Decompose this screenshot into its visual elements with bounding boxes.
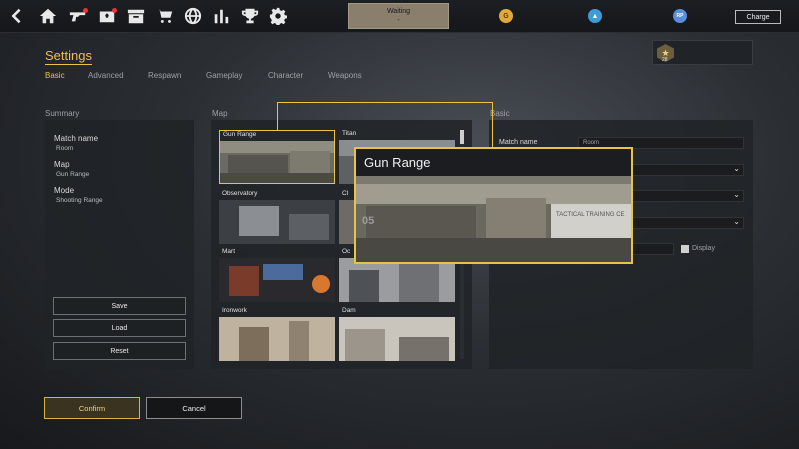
map-preview-image: 05 TACTICAL TRAINING CE	[356, 176, 631, 262]
home-icon[interactable]	[38, 6, 58, 26]
cart-icon[interactable]	[155, 6, 175, 26]
map-tile-name: Oc	[342, 248, 351, 255]
map-tile-dam[interactable]: Dam	[339, 307, 455, 361]
globe-icon[interactable]	[183, 6, 203, 26]
chevron-down-icon: ⌄	[733, 164, 740, 173]
save-button[interactable]: Save	[53, 297, 186, 315]
map-scrollbar-thumb[interactable]	[460, 130, 464, 144]
credit-currency-icon: ▲	[588, 9, 602, 23]
tab-basic[interactable]: Basic	[45, 71, 65, 80]
gun-icon[interactable]	[68, 6, 88, 26]
match-name-label: Match name	[499, 139, 538, 146]
map-tile-name: Ironwork	[222, 307, 247, 314]
preview-connector	[277, 102, 493, 130]
rp-currency-icon: RP	[673, 9, 687, 23]
tab-weapons[interactable]: Weapons	[328, 71, 362, 80]
charge-button[interactable]: Charge	[735, 10, 781, 24]
top-bar: Waiting - G ▲ RP Charge	[0, 0, 799, 33]
map-section-label: Map	[212, 109, 228, 118]
tab-gameplay[interactable]: Gameplay	[206, 71, 242, 80]
gold-currency-icon: G	[499, 9, 513, 23]
summary-value-match-name: Room	[56, 145, 74, 152]
trophy-icon[interactable]	[240, 6, 260, 26]
mailbox-icon[interactable]	[97, 6, 117, 26]
notification-dot	[83, 8, 88, 13]
map-thumbnail	[219, 258, 335, 302]
summary-value-map: Gun Range	[56, 171, 90, 178]
stats-icon[interactable]	[211, 6, 231, 26]
map-tile-ironwork[interactable]: Ironwork	[219, 307, 335, 361]
summary-value-mode: Shooting Range	[56, 197, 103, 204]
map-tile-observatory[interactable]: Observatory	[219, 190, 335, 244]
svg-text:05: 05	[362, 215, 374, 227]
page-title: Settings	[45, 48, 92, 65]
map-tile-name: Observatory	[222, 190, 258, 197]
map-thumbnail	[219, 317, 335, 361]
waiting-label: Waiting	[386, 8, 411, 15]
display-checkbox[interactable]	[681, 245, 689, 253]
map-preview-popup: Gun Range 05 TACTICAL TRAINING CE	[354, 147, 633, 264]
svg-text:TACTICAL TRAINING CE: TACTICAL TRAINING CE	[556, 212, 625, 218]
notification-dot	[112, 8, 117, 13]
map-tile-mart[interactable]: Mart	[219, 248, 335, 302]
rank-panel: ★ 28	[652, 40, 753, 65]
map-tile-name: Titan	[342, 130, 357, 137]
summary-key-match-name: Match name	[54, 134, 99, 143]
map-tile-name: Dam	[342, 307, 356, 314]
summary-key-map: Map	[54, 160, 70, 169]
cancel-button[interactable]: Cancel	[146, 397, 242, 419]
map-thumbnail	[219, 200, 335, 244]
back-icon[interactable]	[6, 6, 26, 26]
reset-button[interactable]: Reset	[53, 342, 186, 360]
map-tile-gun-range[interactable]: Gun Range	[219, 130, 335, 184]
chevron-down-icon: ⌄	[733, 217, 740, 226]
map-tile-name: Mart	[222, 248, 235, 255]
preview-connector-right	[492, 102, 493, 147]
summary-key-mode: Mode	[54, 186, 75, 195]
waiting-sub: -	[397, 17, 400, 24]
tab-character[interactable]: Character	[268, 71, 303, 80]
map-tile-name: Gun Range	[223, 131, 257, 138]
gear-icon[interactable]	[268, 6, 288, 26]
tab-advanced[interactable]: Advanced	[88, 71, 124, 80]
map-tile-name: Cl	[342, 190, 349, 197]
map-thumbnail	[339, 317, 455, 361]
rank-number: 28	[662, 57, 668, 63]
inventory-icon[interactable]	[126, 6, 146, 26]
load-button[interactable]: Load	[53, 319, 186, 337]
confirm-button[interactable]: Confirm	[44, 397, 140, 419]
tab-respawn[interactable]: Respawn	[148, 71, 181, 80]
map-thumbnail	[220, 141, 334, 183]
display-label: Display	[692, 245, 715, 252]
map-thumbnail	[339, 258, 455, 302]
chevron-down-icon: ⌄	[733, 190, 740, 199]
matchmaking-status[interactable]: Waiting -	[348, 3, 449, 29]
summary-section-label: Summary	[45, 109, 80, 118]
preview-title: Gun Range	[364, 155, 431, 170]
